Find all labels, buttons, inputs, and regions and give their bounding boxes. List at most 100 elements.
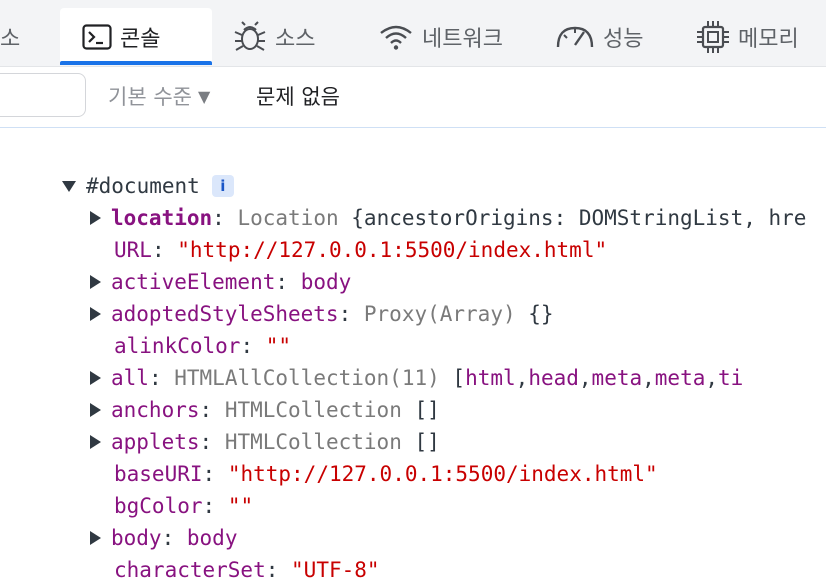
type-name: Proxy(Array) [363, 302, 516, 326]
issues-label: 문제 없음 [256, 85, 340, 109]
tab-sources-partial[interactable]: 소 [0, 8, 40, 65]
string-value: "http://127.0.0.1:5500/index.html" [177, 238, 608, 262]
expand-right-icon[interactable] [90, 307, 101, 321]
chip-icon [696, 20, 730, 54]
wifi-icon [378, 23, 414, 51]
separator: : [265, 558, 279, 582]
array-item: head [528, 366, 579, 390]
separator: : [212, 206, 225, 230]
tree-row[interactable]: applets: HTMLCollection [] [90, 426, 440, 458]
expand-right-icon[interactable] [90, 435, 101, 449]
bug-icon [233, 20, 267, 53]
tree-root-document[interactable]: #document i [62, 170, 234, 202]
node-value: body [186, 526, 238, 550]
tree-row: URL: "http://127.0.0.1:5500/index.html" [114, 234, 607, 266]
array-item: ti [718, 366, 744, 390]
tree-row[interactable]: anchors: HTMLCollection [] [90, 394, 440, 426]
string-value: "http://127.0.0.1:5500/index.html" [227, 462, 658, 486]
log-level-select[interactable]: 기본 수준 ▼ [108, 81, 210, 111]
tab-console[interactable]: 콘솔 [60, 8, 212, 65]
log-level-label: 기본 수준 [108, 85, 192, 109]
expand-right-icon[interactable] [90, 371, 101, 385]
property-key: body [111, 526, 162, 550]
property-value: {ancestorOrigins: DOMStringList, hre [351, 206, 807, 230]
tree-row: baseURI: "http://127.0.0.1:5500/index.ht… [114, 458, 658, 490]
tab-label: 메모리 [738, 26, 799, 52]
tree-row[interactable]: location: Location {ancestorOrigins: DOM… [90, 202, 806, 234]
tab-label: 소스 [275, 26, 316, 52]
node-value: body [300, 270, 352, 294]
separator: : [148, 366, 162, 390]
property-key: bgColor [114, 494, 203, 518]
type-name: HTMLCollection [224, 430, 402, 454]
expand-right-icon[interactable] [90, 275, 101, 289]
devtools-tab-bar: 소 콘솔 소스 네트워크 성능 메모리 [0, 0, 826, 67]
tree-row: bgColor: "" [114, 490, 253, 522]
list-sep: , [578, 366, 592, 390]
console-filter-bar: 기본 수준 ▼ 문제 없음 [0, 67, 826, 128]
tab-label: 네트워크 [422, 26, 503, 52]
string-value: "" [227, 494, 254, 518]
property-key: activeElement [111, 270, 276, 294]
list-sep: , [642, 366, 655, 390]
tab-debugger[interactable]: 소스 [233, 8, 315, 65]
separator: : [240, 334, 254, 358]
property-key: location [111, 206, 213, 230]
tree-row[interactable]: activeElement: body [90, 266, 351, 298]
property-value: {} [528, 302, 554, 326]
property-value: [] [414, 398, 440, 422]
array-item: meta [591, 366, 643, 390]
type-name: HTMLCollection [224, 398, 402, 422]
expand-right-icon[interactable] [90, 403, 101, 417]
separator: : [202, 462, 216, 486]
property-key: applets [111, 430, 200, 454]
console-icon [82, 23, 112, 50]
property-key: alinkColor [114, 334, 241, 358]
separator: : [199, 430, 213, 454]
tree-row[interactable]: adoptedStyleSheets: Proxy(Array) {} [90, 298, 554, 330]
node-label: #document [86, 174, 200, 198]
expand-right-icon[interactable] [90, 211, 101, 225]
filter-input[interactable] [0, 73, 86, 117]
tree-row: alinkColor: "" [114, 330, 291, 362]
expand-down-icon[interactable] [62, 180, 76, 192]
tree-row: characterSet: "UTF-8" [114, 554, 380, 586]
separator: : [275, 270, 289, 294]
list-sep: , [515, 366, 529, 390]
property-key: URL [114, 238, 152, 262]
string-value: "" [265, 334, 292, 358]
active-tab-indicator [60, 61, 212, 65]
info-icon[interactable]: i [211, 175, 234, 197]
tab-label: 소 [0, 26, 21, 52]
property-key: anchors [111, 398, 200, 422]
separator: : [202, 494, 216, 518]
array-item: meta [654, 366, 706, 390]
property-key: baseURI [114, 462, 203, 486]
array-item: html [465, 366, 516, 390]
type-name: HTMLAllCollection(11) [174, 366, 440, 390]
tab-label: 성능 [603, 26, 644, 52]
chevron-down-icon: ▼ [197, 86, 211, 106]
tree-row[interactable]: all: HTMLAllCollection(11) [html, head, … [90, 362, 743, 394]
property-key: characterSet [114, 558, 266, 582]
issues-button[interactable]: 문제 없음 [256, 81, 340, 111]
type-name: Location [237, 206, 339, 230]
property-key: adoptedStyleSheets [111, 302, 339, 326]
list-sep: , [705, 366, 719, 390]
separator: : [161, 526, 175, 550]
separator: : [338, 302, 352, 326]
separator: : [199, 398, 213, 422]
property-value: [] [414, 430, 440, 454]
tab-performance[interactable]: 성능 [555, 8, 643, 65]
tab-label: 콘솔 [120, 26, 161, 52]
expand-right-icon[interactable] [90, 531, 101, 545]
tab-memory[interactable]: 메모리 [696, 8, 799, 65]
tab-network[interactable]: 네트워크 [378, 8, 503, 65]
tree-row[interactable]: body: body [90, 522, 237, 554]
property-key: all [111, 366, 149, 390]
gauge-icon [555, 23, 595, 51]
array-open: [ [452, 366, 466, 390]
console-output: #document i location: Location {ancestor… [0, 128, 826, 586]
separator: : [151, 238, 165, 262]
string-value: "UTF-8" [291, 558, 380, 582]
